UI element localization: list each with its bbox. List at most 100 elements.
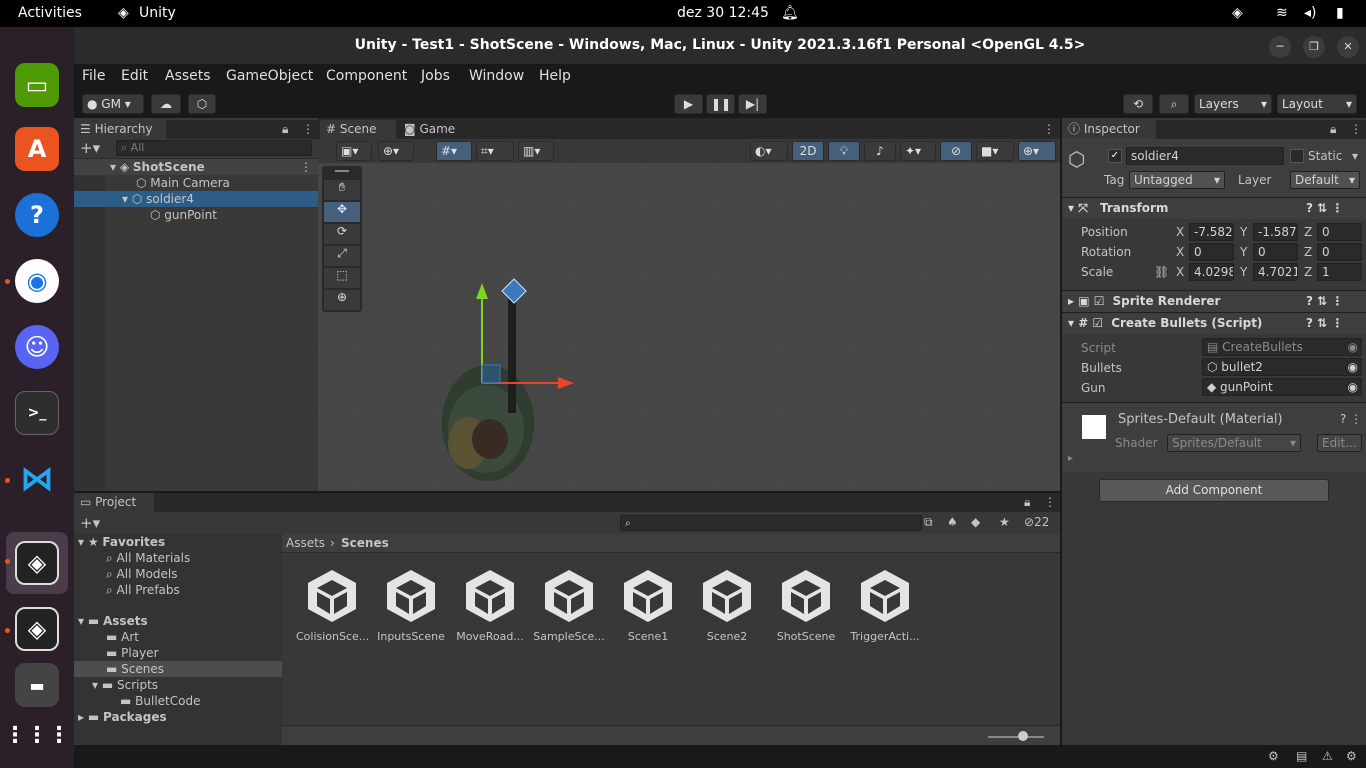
unity-editor-icon[interactable]: ◈ (15, 607, 59, 651)
grid-visibility-icon[interactable]: ▥▾ (518, 141, 554, 161)
position-z-field[interactable]: 0 (1317, 223, 1362, 241)
account-dropdown[interactable]: ● GM ▾ (82, 94, 144, 114)
constrain-proportions-icon[interactable]: ⛓ (1154, 265, 1169, 279)
camera-icon[interactable]: ■▾ (976, 141, 1014, 161)
asset-scene-file[interactable]: Scene1 (612, 568, 684, 643)
icon-size-slider[interactable] (988, 736, 1044, 738)
tree-bulletcode[interactable]: ▬ BulletCode (120, 693, 200, 709)
tab-game[interactable]: ◙ Game (398, 120, 468, 139)
history-icon[interactable]: ⟲ (1123, 94, 1153, 114)
asset-scene-file[interactable]: ColisionSce... (296, 568, 369, 643)
position-y-field[interactable]: -1.5876 (1253, 223, 1298, 241)
hierarchy-search-input[interactable]: ⌕ All (116, 140, 312, 156)
collab-icon[interactable]: ⬡ (188, 94, 216, 114)
sprite-renderer-header[interactable]: ▸ ▣ ☑ Sprite Renderer? ⇅ ⋮ (1062, 290, 1366, 312)
create-asset-button[interactable]: +▾ (80, 514, 100, 532)
volume-icon[interactable]: ◂) (1304, 5, 1317, 21)
inspector-lock-icon[interactable]: 🔒︎ (1330, 122, 1336, 137)
lighting-icon[interactable]: 💡︎ (828, 141, 860, 161)
rotation-x-field[interactable]: 0 (1189, 243, 1234, 261)
asset-scene-file[interactable]: InputsScene (375, 568, 447, 643)
rect-tool-icon[interactable]: ⬚ (324, 268, 360, 288)
rotate-tool-icon[interactable]: ⟳ (324, 224, 360, 244)
discord-icon[interactable]: ☺ (15, 325, 59, 369)
tag-dropdown[interactable]: Untagged ▾ (1129, 171, 1225, 189)
gunpoint-diamond-icon[interactable] (501, 278, 527, 304)
debug-icon[interactable]: ⚙ (1268, 749, 1279, 763)
favorites-star-icon[interactable]: ★ (999, 515, 1010, 529)
2d-toggle[interactable]: 2D (792, 141, 824, 161)
asset-scene-file[interactable]: Scene2 (691, 568, 763, 643)
rotation-y-field[interactable]: 0 (1253, 243, 1298, 261)
draw-mode-icon[interactable]: ▣▾ (336, 141, 372, 161)
step-button[interactable]: ▶| (738, 94, 767, 114)
audio-icon[interactable]: ♪ (864, 141, 896, 161)
hidden-packages-icon[interactable]: ⊘22 (1024, 515, 1049, 529)
project-lock-icon[interactable]: 🔒︎ (1024, 495, 1030, 510)
tree-favorites[interactable]: ▾ ★ Favorites (78, 534, 278, 550)
menu-assets[interactable]: Assets (165, 68, 211, 84)
tab-project[interactable]: ▭ Project (74, 493, 154, 512)
tree-scripts[interactable]: ▾ ▬ Scripts (92, 677, 158, 693)
hierarchy-item-soldier4[interactable]: ▾ ⬡ soldier4 (74, 191, 318, 207)
static-dropdown-icon[interactable]: ▾ (1352, 149, 1358, 163)
rotation-z-field[interactable]: 0 (1317, 243, 1362, 261)
shader-edit-button[interactable]: Edit... (1317, 434, 1362, 452)
asset-scene-file[interactable]: MoveRoad... (454, 568, 526, 643)
hierarchy-item-gunpoint[interactable]: ⬡ gunPoint (74, 207, 318, 223)
asset-scene-file[interactable]: ShotScene (770, 568, 842, 643)
asset-scene-file[interactable]: TriggerActi... (849, 568, 921, 643)
project-search-input[interactable]: ⌕ (620, 515, 922, 531)
hand-tool-icon[interactable]: ✋︎ (324, 180, 360, 200)
gizmos-icon[interactable]: ⊕▾ (1018, 141, 1056, 161)
tree-player[interactable]: ▬ Player (106, 645, 159, 661)
wifi-icon[interactable]: ≋ (1276, 5, 1288, 21)
create-bullets-header[interactable]: ▾ # ☑ Create Bullets (Script)? ⇅ ⋮ (1062, 312, 1366, 334)
terminal-icon[interactable]: >_ (15, 391, 59, 435)
add-object-button[interactable]: +▾ (80, 139, 100, 157)
material-help-icon[interactable]: ? ⋮ (1340, 412, 1362, 426)
increment-snap-icon[interactable]: ⌗▾ (476, 141, 514, 161)
tree-all-materials[interactable]: ⌕ All Materials (106, 550, 190, 566)
minimize-icon[interactable]: ─ (1269, 36, 1291, 58)
static-checkbox[interactable] (1290, 149, 1304, 163)
layers-dropdown[interactable]: Layers ▾ (1194, 94, 1272, 114)
clock[interactable]: dez 30 12:45 (677, 5, 769, 21)
hierarchy-item-main-camera[interactable]: ⬡ Main Camera (74, 175, 318, 191)
menu-component[interactable]: Component (326, 68, 407, 84)
pause-button[interactable]: ❚❚ (706, 94, 735, 114)
show-apps-icon[interactable]: ⋮⋮⋮ (4, 713, 70, 757)
vscode-icon[interactable]: ⋈ (15, 457, 59, 501)
menu-help[interactable]: Help (539, 68, 571, 84)
gun-field[interactable]: ◆ gunPoint ◉ (1202, 378, 1362, 396)
play-button[interactable]: ▶ (674, 94, 703, 114)
breadcrumb-assets[interactable]: Assets (286, 536, 325, 550)
object-name-field[interactable]: soldier4 (1126, 147, 1284, 165)
unity-hub-icon[interactable]: ◈ (15, 541, 59, 585)
layout-dropdown[interactable]: Layout ▾ (1277, 94, 1357, 114)
menu-window[interactable]: Window (469, 68, 524, 84)
close-icon[interactable]: ✕ (1337, 36, 1359, 58)
tree-art[interactable]: ▬ Art (106, 629, 139, 645)
breadcrumb-scenes[interactable]: Scenes (341, 536, 389, 550)
scale-tool-icon[interactable]: ⤢ (324, 246, 360, 266)
search-by-type-icon[interactable]: ⧉ (924, 515, 933, 530)
maximize-icon[interactable]: ❐ (1303, 36, 1325, 58)
menu-file[interactable]: File (82, 68, 105, 84)
shading-icon[interactable]: ◐▾ (750, 141, 788, 161)
unity-tray-icon[interactable]: ◈ (1232, 5, 1243, 21)
icon-size-slider-thumb[interactable] (1018, 731, 1028, 741)
status-more-icon[interactable]: ⚙ (1346, 749, 1357, 763)
scene-more-icon[interactable]: ⋮ (1043, 122, 1055, 136)
scale-x-field[interactable]: 4.0298 (1189, 263, 1234, 281)
material-expand-icon[interactable]: ▸ (1068, 453, 1073, 464)
visibility-icon[interactable]: ⊘ (940, 141, 972, 161)
transform-tool-icon[interactable]: ⊕ (324, 290, 360, 310)
effects-icon[interactable]: ✦▾ (900, 141, 936, 161)
menu-gameobject[interactable]: GameObject (226, 68, 313, 84)
inspector-more-icon[interactable]: ⋮ (1350, 122, 1362, 136)
scale-y-field[interactable]: 4.7021 (1253, 263, 1298, 281)
cache-icon[interactable]: ▤ (1296, 749, 1307, 763)
scale-z-field[interactable]: 1 (1317, 263, 1362, 281)
tab-scene[interactable]: # Scene (320, 120, 396, 139)
